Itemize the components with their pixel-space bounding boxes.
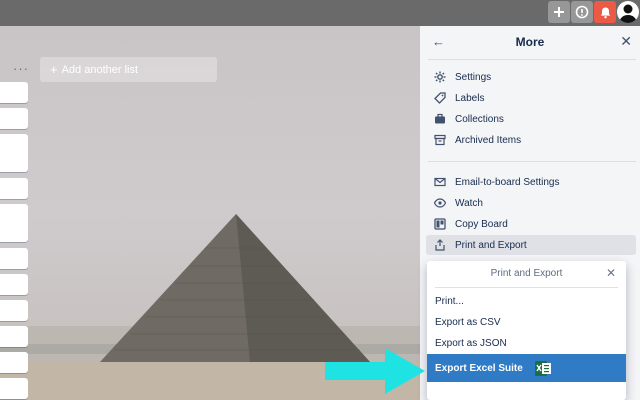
list-card[interactable] xyxy=(0,134,28,172)
sidebar-header: ← More ✕ xyxy=(420,26,640,56)
export-csv-option[interactable]: Export as CSV xyxy=(427,312,626,332)
list-menu-icon[interactable]: ··· xyxy=(13,61,29,76)
add-list-button[interactable]: + Add another list xyxy=(40,57,217,82)
close-icon[interactable]: ✕ xyxy=(620,33,632,50)
export-json-option[interactable]: Export as JSON xyxy=(427,333,626,353)
list-card[interactable] xyxy=(0,108,28,129)
list-card[interactable] xyxy=(0,378,28,399)
copy-board-icon xyxy=(433,217,447,231)
close-icon[interactable]: ✕ xyxy=(606,266,616,280)
sidebar-item-archived[interactable]: Archived Items xyxy=(426,130,636,150)
sidebar-item-label: Archived Items xyxy=(455,134,522,146)
list-card[interactable] xyxy=(0,204,28,242)
briefcase-icon xyxy=(433,112,447,126)
sidebar-item-label: Collections xyxy=(455,113,504,125)
bell-icon[interactable] xyxy=(594,1,616,23)
list-card[interactable] xyxy=(0,326,28,347)
print-export-popover: Print and Export ✕ Print... Export as CS… xyxy=(427,261,626,400)
print-option[interactable]: Print... xyxy=(427,291,626,311)
sidebar-item-collections[interactable]: Collections xyxy=(426,109,636,129)
list-card[interactable] xyxy=(0,352,28,373)
pyramid-image xyxy=(0,214,420,400)
eye-icon xyxy=(433,196,447,210)
share-icon xyxy=(433,238,447,252)
board-background xyxy=(0,26,420,400)
sidebar-item-label: Copy Board xyxy=(455,218,508,230)
plus-icon[interactable] xyxy=(548,1,570,23)
archive-icon xyxy=(433,133,447,147)
sidebar-item-email-to-board[interactable]: Email-to-board Settings xyxy=(426,172,636,192)
top-bar xyxy=(0,0,640,26)
divider xyxy=(428,161,636,162)
sidebar-item-print-export[interactable]: Print and Export xyxy=(426,235,636,255)
list-card[interactable] xyxy=(0,248,28,269)
list-card[interactable] xyxy=(0,178,28,199)
sidebar-item-label: Print and Export xyxy=(455,239,527,251)
arrow-annotation-icon xyxy=(325,348,425,394)
list-column xyxy=(0,26,30,400)
sidebar-item-settings[interactable]: Settings xyxy=(426,67,636,87)
info-icon[interactable] xyxy=(571,1,593,23)
avatar[interactable] xyxy=(617,1,639,23)
print-option-label: Print... xyxy=(435,295,464,307)
tag-icon xyxy=(433,91,447,105)
sidebar-title: More xyxy=(515,35,545,49)
list-card[interactable] xyxy=(0,274,28,295)
list-card[interactable] xyxy=(0,82,28,103)
export-excel-suite-label: Export Excel Suite xyxy=(435,362,523,374)
popover-title: Print and Export xyxy=(490,268,563,279)
plus-icon: + xyxy=(50,62,58,77)
sidebar-item-labels[interactable]: Labels xyxy=(426,88,636,108)
sidebar-item-label: Settings xyxy=(455,71,492,83)
export-excel-suite-option[interactable]: Export Excel Suite xyxy=(427,354,626,382)
sidebar-item-copy-board[interactable]: Copy Board xyxy=(426,214,636,234)
divider xyxy=(435,287,618,288)
list-card[interactable] xyxy=(0,300,28,321)
email-icon xyxy=(433,175,447,189)
export-json-label: Export as JSON xyxy=(435,337,507,349)
divider xyxy=(428,59,636,60)
add-list-label: Add another list xyxy=(61,63,139,76)
excel-icon xyxy=(534,361,551,376)
gear-icon xyxy=(433,70,447,84)
sidebar-item-label: Watch xyxy=(455,197,483,209)
sidebar-item-label: Labels xyxy=(455,92,485,104)
export-csv-label: Export as CSV xyxy=(435,316,501,328)
sidebar-item-label: Email-to-board Settings xyxy=(455,176,560,188)
sidebar-item-watch[interactable]: Watch xyxy=(426,193,636,213)
